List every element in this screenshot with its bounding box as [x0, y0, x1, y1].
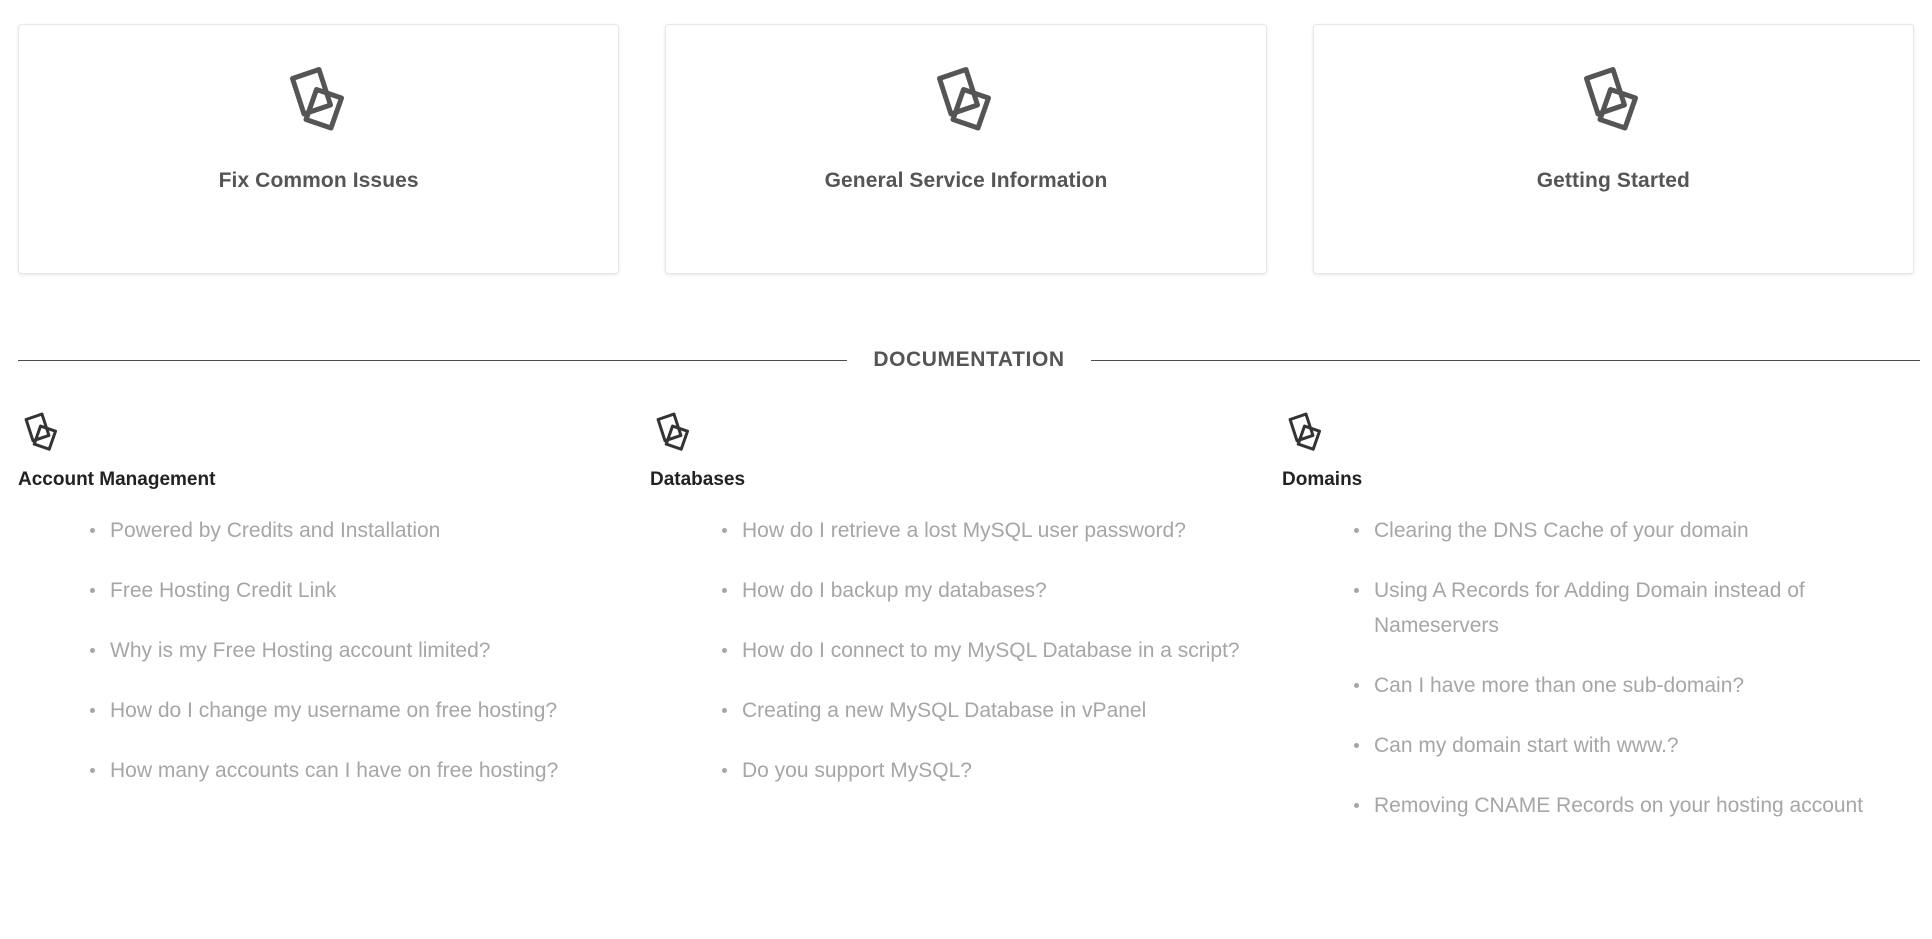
doc-article-link[interactable]: Why is my Free Hosting account limited?	[90, 633, 610, 668]
doc-column-heading: Databases	[650, 469, 746, 490]
divider-line-left	[18, 359, 848, 361]
doc-article-link[interactable]: How do I change my username on free host…	[90, 693, 610, 728]
stacked-pages-icon	[650, 409, 698, 457]
section-title: DOCUMENTATION	[873, 348, 1065, 371]
doc-column-heading: Domains	[1282, 469, 1363, 490]
stacked-pages-icon	[279, 61, 359, 141]
documentation-columns: Account Management Powered by Credits an…	[0, 409, 1932, 848]
doc-article-link[interactable]: Removing CNAME Records on your hosting a…	[1354, 788, 1874, 823]
doc-article-link[interactable]: Do you support MySQL?	[722, 753, 1242, 788]
category-card-title: General Service Information	[824, 169, 1108, 192]
stacked-pages-icon	[1573, 61, 1653, 141]
stacked-pages-icon	[18, 409, 66, 457]
stacked-pages-icon	[1282, 409, 1330, 457]
doc-article-link[interactable]: Can my domain start with www.?	[1354, 728, 1874, 763]
doc-article-link[interactable]: Powered by Credits and Installation	[90, 513, 610, 548]
doc-article-list: Clearing the DNS Cache of your domain Us…	[1282, 513, 1874, 823]
doc-column-domains: Domains Clearing the DNS Cache of your d…	[1282, 409, 1914, 848]
doc-article-link[interactable]: How many accounts can I have on free hos…	[90, 753, 610, 788]
category-card-title: Fix Common Issues	[218, 169, 419, 192]
category-cards-row: Fix Common Issues General Service Inform…	[0, 0, 1932, 274]
doc-article-link[interactable]: Free Hosting Credit Link	[90, 573, 610, 608]
doc-article-link[interactable]: Using A Records for Adding Domain instea…	[1354, 573, 1874, 643]
doc-article-list: How do I retrieve a lost MySQL user pass…	[650, 513, 1242, 788]
doc-article-link[interactable]: Creating a new MySQL Database in vPanel	[722, 693, 1242, 728]
category-card-getting-started[interactable]: Getting Started	[1312, 24, 1914, 274]
stacked-pages-icon	[926, 61, 1006, 141]
doc-article-link[interactable]: How do I retrieve a lost MySQL user pass…	[722, 513, 1242, 548]
divider-line-right	[1090, 359, 1920, 361]
doc-column-account-management: Account Management Powered by Credits an…	[18, 409, 650, 848]
doc-article-link[interactable]: Can I have more than one sub-domain?	[1354, 668, 1874, 703]
doc-column-heading: Account Management	[18, 469, 216, 490]
doc-column-databases: Databases How do I retrieve a lost MySQL…	[650, 409, 1282, 848]
doc-article-link[interactable]: Clearing the DNS Cache of your domain	[1354, 513, 1874, 548]
doc-article-link[interactable]: How do I backup my databases?	[722, 573, 1242, 608]
category-card-fix-common-issues[interactable]: Fix Common Issues	[18, 24, 620, 274]
documentation-section-divider: DOCUMENTATION	[18, 348, 1920, 372]
category-card-general-service-information[interactable]: General Service Information	[665, 24, 1267, 274]
doc-article-link[interactable]: How do I connect to my MySQL Database in…	[722, 633, 1242, 668]
doc-article-list: Powered by Credits and Installation Free…	[18, 513, 610, 788]
category-card-title: Getting Started	[1536, 169, 1690, 192]
